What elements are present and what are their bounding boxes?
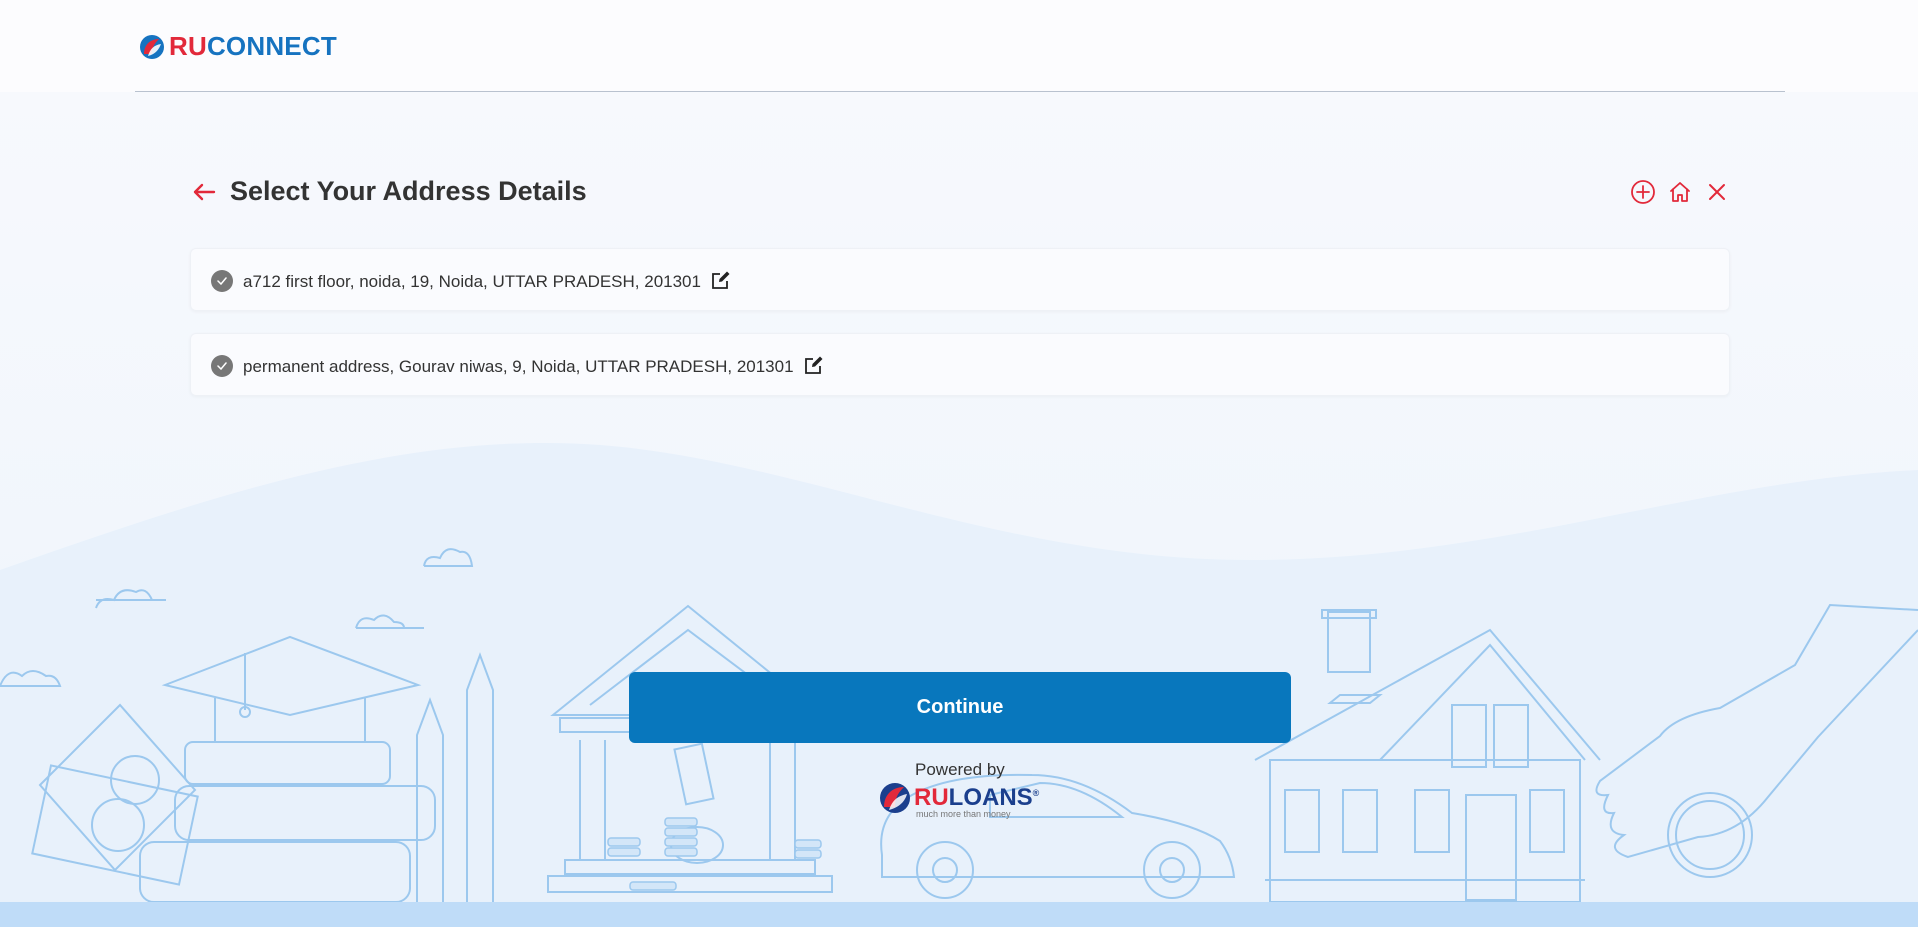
home-icon[interactable]	[1668, 179, 1692, 210]
continue-button[interactable]: Continue	[629, 672, 1291, 743]
address-text-wrap: a712 first floor, noida, 19, Noida, UTTA…	[243, 270, 731, 295]
address-option-1[interactable]: a712 first floor, noida, 19, Noida, UTTA…	[190, 248, 1730, 311]
brand-logo[interactable]: RUCONNECT	[139, 31, 337, 62]
address-text: a712 first floor, noida, 19, Noida, UTTA…	[243, 272, 701, 291]
powered-by-label: Powered by	[915, 760, 1005, 779]
footer-strip	[0, 902, 1918, 927]
ruloans-wordmark: RULOANS®	[914, 784, 1039, 812]
header-bar: RUCONNECT	[135, 0, 1785, 92]
check-circle-icon[interactable]	[211, 355, 233, 377]
app-header: RUCONNECT	[0, 0, 1918, 92]
ruloans-logo: RULOANS® much more than money	[878, 781, 1039, 819]
address-text: permanent address, Gourav niwas, 9, Noid…	[243, 357, 794, 376]
address-text-wrap: permanent address, Gourav niwas, 9, Noid…	[243, 355, 824, 380]
logo-connect: CONNECT	[206, 31, 337, 61]
edit-icon[interactable]	[804, 355, 824, 380]
logo-mark-icon	[140, 34, 164, 59]
back-arrow-icon[interactable]	[192, 182, 216, 207]
ruloans-loans: LOANS	[948, 784, 1033, 811]
close-icon[interactable]	[1704, 179, 1730, 210]
edit-icon[interactable]	[711, 270, 731, 295]
header-actions	[1630, 179, 1730, 210]
ruloans-tagline: much more than money	[916, 809, 1011, 819]
logo-ru: RU	[169, 31, 207, 61]
address-option-2[interactable]: permanent address, Gourav niwas, 9, Noid…	[190, 333, 1730, 396]
title-row: Select Your Address Details	[192, 174, 1730, 214]
ruloans-ru: RU	[914, 784, 949, 811]
plus-circle-icon[interactable]	[1630, 179, 1656, 210]
logo-text: RUCONNECT	[169, 31, 337, 62]
page-title: Select Your Address Details	[230, 176, 587, 206]
registered-mark: ®	[1032, 788, 1040, 798]
check-circle-icon[interactable]	[211, 270, 233, 292]
ruloans-mark-icon	[880, 783, 910, 813]
